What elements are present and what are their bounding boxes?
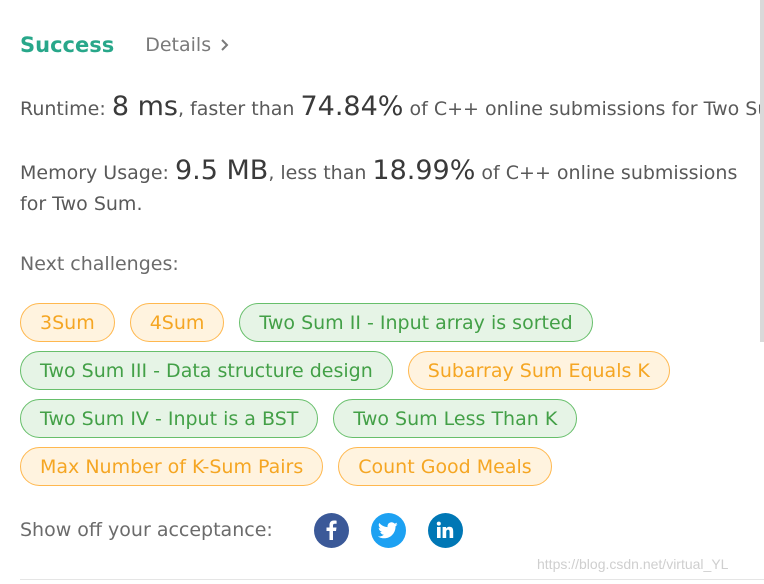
memory-comparison: , less than xyxy=(268,162,367,184)
challenge-tag-two-sum-iii[interactable]: Two Sum III - Data structure design xyxy=(20,351,393,390)
details-label: Details xyxy=(145,34,212,56)
memory-label: Memory Usage: xyxy=(20,162,169,184)
runtime-comparison: , faster than xyxy=(177,98,295,120)
runtime-suffix: of C++ online submissions for Two Sum. xyxy=(409,98,764,120)
memory-percent: 18.99% xyxy=(372,155,476,186)
social-buttons xyxy=(313,512,463,548)
challenge-tag-count-good-meals[interactable]: Count Good Meals xyxy=(338,447,552,486)
memory-value: 9.5 MB xyxy=(174,155,269,186)
twitter-share-button[interactable] xyxy=(370,512,406,548)
challenge-tag-two-sum-iv[interactable]: Two Sum IV - Input is a BST xyxy=(20,399,319,438)
runtime-percent: 74.84% xyxy=(300,91,404,122)
challenge-tag-max-number-of-k-sum-pairs[interactable]: Max Number of K-Sum Pairs xyxy=(20,447,324,486)
challenge-tag-3sum[interactable]: 3Sum xyxy=(20,303,115,342)
challenge-tag-subarray-sum-equals-k[interactable]: Subarray Sum Equals K xyxy=(407,351,670,390)
share-row: Show off your acceptance: xyxy=(20,512,463,548)
twitter-icon xyxy=(378,521,398,538)
details-link[interactable]: Details xyxy=(145,34,230,56)
runtime-line: Runtime: 8 ms, faster than 74.84% of C++… xyxy=(20,91,764,122)
memory-line: Memory Usage: 9.5 MB, less than 18.99% o… xyxy=(20,155,750,220)
bottom-divider xyxy=(20,579,764,580)
watermark: https://blog.csdn.net/virtual_YL xyxy=(537,556,729,572)
result-header: Success Details xyxy=(20,28,230,62)
facebook-icon xyxy=(326,520,337,540)
challenge-tag-4sum[interactable]: 4Sum xyxy=(129,303,225,342)
status-label: Success xyxy=(20,33,115,57)
challenge-tag-two-sum-ii[interactable]: Two Sum II - Input array is sorted xyxy=(239,303,593,342)
linkedin-share-button[interactable] xyxy=(427,512,463,548)
facebook-share-button[interactable] xyxy=(313,512,349,548)
runtime-label: Runtime: xyxy=(20,98,106,120)
scrollbar[interactable] xyxy=(760,0,764,342)
share-label: Show off your acceptance: xyxy=(20,519,273,541)
chevron-right-icon xyxy=(221,39,229,51)
linkedin-icon xyxy=(437,521,454,538)
challenge-tag-two-sum-less-than-k[interactable]: Two Sum Less Than K xyxy=(333,399,578,438)
next-challenges-label: Next challenges: xyxy=(20,253,179,275)
next-challenges-list: 3Sum 4Sum Two Sum II - Input array is so… xyxy=(20,303,760,486)
runtime-value: 8 ms xyxy=(111,91,178,122)
